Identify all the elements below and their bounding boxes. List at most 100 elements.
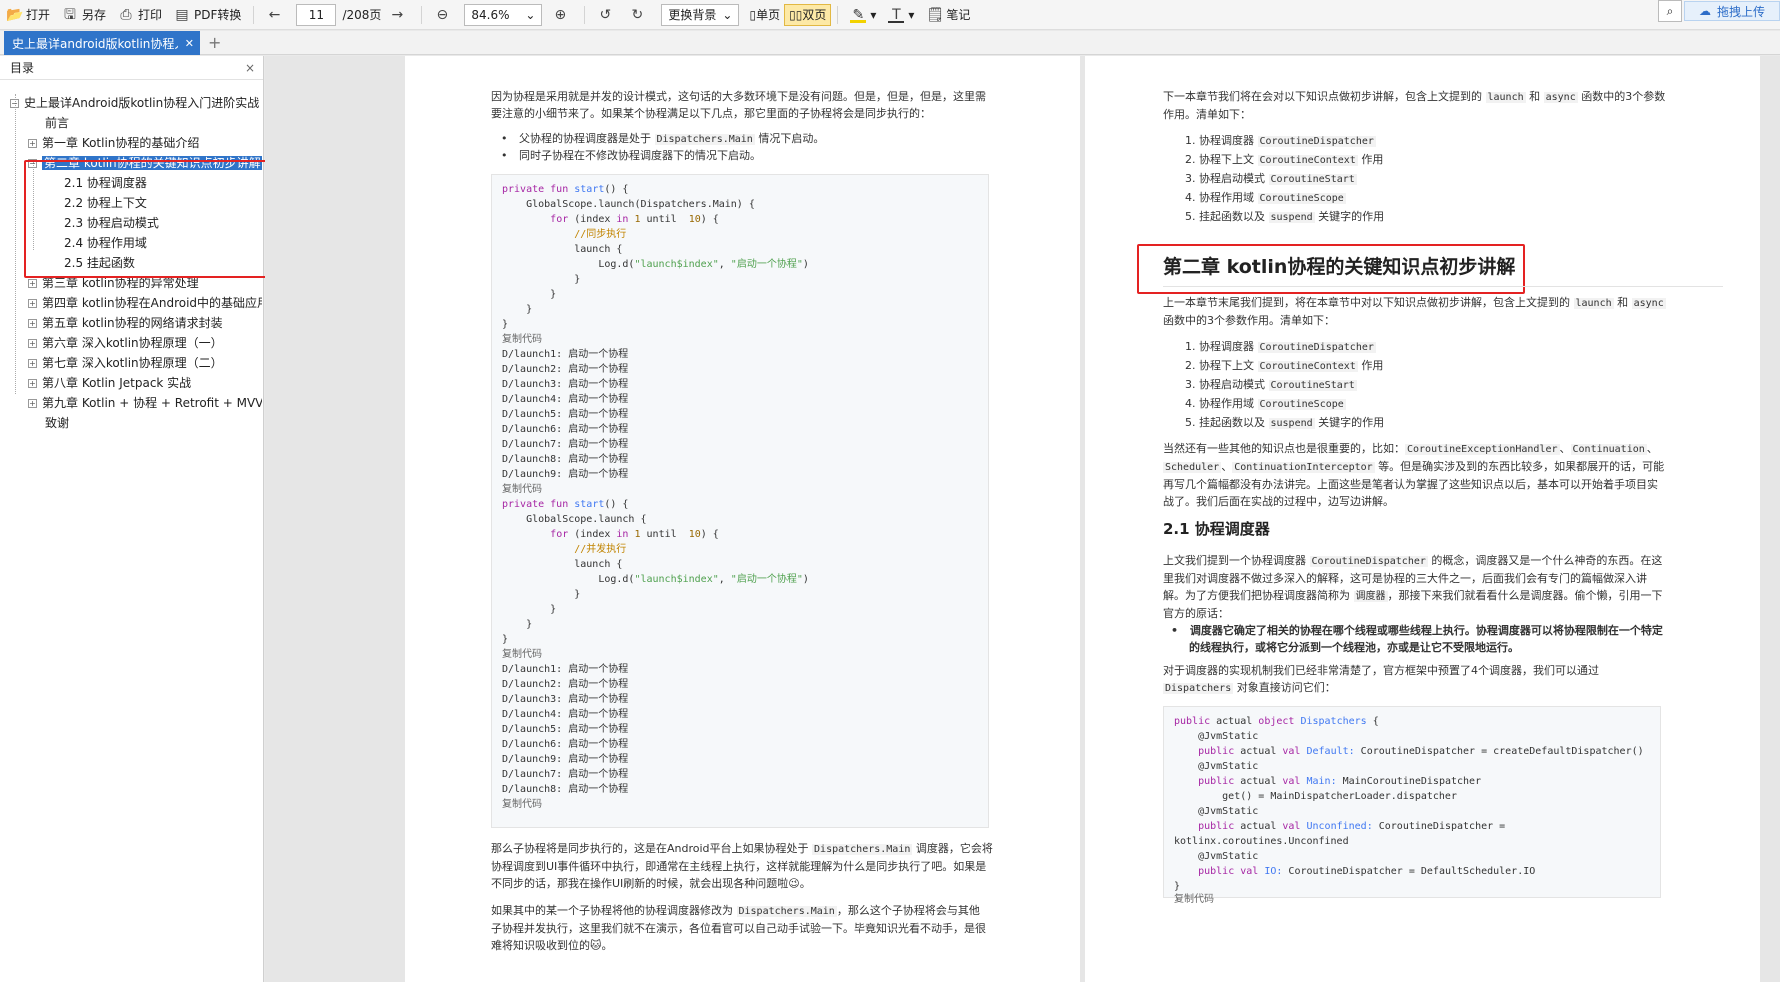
toc-item-chapter-7[interactable]: + 第七章 深入kotlin协程原理（二） xyxy=(28,354,262,372)
toc-sidebar: 目录 × − 史上最详Android版kotlin协程入门进阶实战 前言 + 第一章… xyxy=(0,56,290,982)
highlight-button[interactable]: ✎ ▾ xyxy=(844,2,882,28)
paragraph: 因为协程是采用就是并发的设计模式，这句话的大多数环境下是没有问题。但是，但是，但… xyxy=(491,90,986,120)
chevron-down-icon: ⌄ xyxy=(722,7,733,22)
chevron-down-icon: ⌄ xyxy=(525,7,536,22)
expand-icon[interactable]: + xyxy=(28,319,37,328)
next-page-button[interactable]: → xyxy=(383,2,415,28)
copy-code-link[interactable]: 复制代码 xyxy=(502,648,542,662)
zoom-in-icon: ⊕ xyxy=(554,6,567,23)
paragraph: 下一本章节我们将在会对以下知识点做初步讲解，包含上文提到的 launch 和 a… xyxy=(1163,90,1666,121)
list-item: 4. 协程作用域 CoroutineScope xyxy=(1185,397,1346,410)
printer-icon: ⎙ xyxy=(120,6,132,23)
tree-line xyxy=(15,94,16,394)
section-heading: 2.1 协程调度器 xyxy=(1163,520,1270,538)
pdf-page-left: 因为协程是采用就是并发的设计模式，这句话的大多数环境下是没有问题。但是，但是，但… xyxy=(405,56,1080,982)
toc-header: 目录 × xyxy=(0,56,263,80)
toolbar-divider xyxy=(253,5,255,24)
toolbar-divider xyxy=(584,5,586,24)
list-item: 2. 协程下上文 CoroutineContext 作用 xyxy=(1185,359,1384,372)
paragraph: 那么子协程将是同步执行的，这是在Android平台上如果协程处于 Dispatc… xyxy=(491,842,993,890)
zoom-out-button[interactable]: ⊖ xyxy=(428,2,460,28)
expand-icon[interactable]: + xyxy=(28,399,37,408)
add-tab-icon[interactable]: + xyxy=(208,33,221,52)
zoom-select[interactable]: 84.6% ⌄ xyxy=(464,3,543,26)
pdf-convert-button[interactable]: ▤ PDF转换 xyxy=(168,2,247,28)
paragraph: 对于调度器的实现机制我们已经非常清楚了，官方框架中预置了4个调度器，我们可以通过… xyxy=(1163,664,1599,694)
ordered-list: 1. 协程调度器 CoroutineDispatcher 2. 协程下上文 Co… xyxy=(1185,132,1725,227)
expand-icon[interactable]: + xyxy=(28,279,37,288)
toolbar-divider xyxy=(421,5,423,24)
expand-icon[interactable]: + xyxy=(28,299,37,308)
arrow-left-icon: ← xyxy=(268,6,281,23)
save-as-button[interactable]: 🖫 另存 xyxy=(56,2,112,28)
code-block: public actual object Dispatchers { @JvmS… xyxy=(1163,706,1661,905)
save-icon: 🖫 xyxy=(64,6,76,23)
code-block: private fun start() { GlobalScope.launch… xyxy=(491,174,989,828)
pdf-page-right: 下一本章节我们将在会对以下知识点做初步讲解，包含上文提到的 launch 和 a… xyxy=(1085,56,1760,982)
page-number-input[interactable]: 11 xyxy=(296,3,337,26)
single-page-button[interactable]: ▯ 单页 xyxy=(745,4,784,26)
cloud-icon: ☁ xyxy=(1698,4,1711,18)
tab-document[interactable]: 史上最详android版kotlin协程入 ✕ xyxy=(4,31,200,55)
prev-page-button[interactable]: ← xyxy=(260,2,292,28)
zoom-out-icon: ⊖ xyxy=(436,6,449,23)
copy-code-link[interactable]: 复制代码 xyxy=(502,333,542,347)
toc-item-chapter-6[interactable]: + 第六章 深入kotlin协程原理（一） xyxy=(28,334,262,352)
chevron-down-icon: ▾ xyxy=(870,7,877,22)
expand-icon[interactable]: + xyxy=(28,359,37,368)
highlighter-icon: ✎ xyxy=(850,7,867,23)
copy-code-link[interactable]: 复制代码 xyxy=(1174,893,1214,907)
notes-button[interactable]: 🗒 笔记 xyxy=(920,2,976,28)
toc-item-chapter-4[interactable]: + 第四章 kotlin协程在Android中的基础应用 xyxy=(28,294,262,312)
paragraph: 上一本章节末尾我们提到，将在本章节中对以下知识点做初步讲解，包含上文提到的 la… xyxy=(1163,296,1666,327)
close-icon[interactable]: ✕ xyxy=(185,37,194,50)
rotate-left-button[interactable]: ↺ xyxy=(591,2,623,28)
toc-item-chapter-8[interactable]: + 第八章 Kotlin Jetpack 实战 xyxy=(28,374,262,392)
chevron-down-icon: ▾ xyxy=(908,7,915,22)
open-button[interactable]: 📂 打开 xyxy=(0,2,56,28)
text-icon: T xyxy=(888,7,905,23)
close-icon[interactable]: × xyxy=(245,61,255,75)
bullet-item: 同时子协程在不修改协程调度器下的情况下启动。 xyxy=(501,147,1061,164)
quote-bullet: 调度器它确定了相关的协程在哪个线程或哪些线程上执行。协程调度器可以将协程限制在一… xyxy=(1171,622,1731,639)
document-view[interactable]: 因为协程是采用就是并发的设计模式，这句话的大多数环境下是没有问题。但是，但是，但… xyxy=(265,56,1780,982)
search-button[interactable]: ⌕ xyxy=(1658,0,1682,22)
zoom-in-button[interactable]: ⊕ xyxy=(546,2,578,28)
toc-item-chapter-5[interactable]: + 第五章 kotlin协程的网络请求封装 xyxy=(28,314,262,332)
pdf-icon: ▤ xyxy=(175,6,189,23)
copy-code-link[interactable]: 复制代码 xyxy=(502,798,542,812)
change-background-select[interactable]: 更换背景 ⌄ xyxy=(661,3,740,26)
toc-item-preface[interactable]: 前言 xyxy=(45,114,260,132)
copy-code-link[interactable]: 复制代码 xyxy=(502,483,542,497)
single-page-icon: ▯ xyxy=(749,7,757,22)
drag-upload-button[interactable]: ☁ 拖拽上传 xyxy=(1684,1,1780,21)
expand-icon[interactable]: + xyxy=(28,139,37,148)
list-item: 3. 协程启动模式 CoroutineStart xyxy=(1185,172,1357,185)
list-item: 3. 协程启动模式 CoroutineStart xyxy=(1185,378,1357,391)
paragraph: 上文我们提到一个协程调度器 CoroutineDispatcher 的概念，调度… xyxy=(1163,554,1663,620)
collapse-icon[interactable]: − xyxy=(10,99,19,108)
toc-item-chapter-1[interactable]: + 第一章 Kotlin协程的基础介绍 xyxy=(28,134,262,152)
text-tool-button[interactable]: T ▾ xyxy=(882,2,920,28)
folder-icon: 📂 xyxy=(6,6,24,23)
list-item: 4. 协程作用域 CoroutineScope xyxy=(1185,191,1346,204)
rotate-right-button[interactable]: ↻ xyxy=(623,2,655,28)
print-button[interactable]: ⎙ 打印 xyxy=(112,2,168,28)
toolbar-divider xyxy=(837,5,839,24)
list-item: 1. 协程调度器 CoroutineDispatcher xyxy=(1185,340,1376,353)
toc-item-thanks[interactable]: 致谢 xyxy=(45,414,260,432)
list-item: 1. 协程调度器 CoroutineDispatcher xyxy=(1185,134,1376,147)
toc-item-root[interactable]: − 史上最详Android版kotlin协程入门进阶实战 xyxy=(10,94,262,112)
notes-icon: 🗒 xyxy=(926,6,945,23)
highlight-annotation-box xyxy=(24,160,290,278)
rotate-right-icon: ↻ xyxy=(631,6,644,23)
toc-item-chapter-9[interactable]: + 第九章 Kotlin + 协程 + Retrofit + MVVM xyxy=(28,394,262,412)
paragraph: 如果其中的某一个子协程将他的协程调度器修改为 Dispatchers.Main，… xyxy=(491,904,986,952)
double-page-button[interactable]: ▯▯ 双页 xyxy=(784,3,832,26)
list-item: 5. 挂起函数以及 suspend 关键字的作用 xyxy=(1185,210,1385,223)
tab-bar: 史上最详android版kotlin协程入 ✕ + xyxy=(0,31,1780,55)
bullet-item: 父协程的协程调度器是处于 Dispatchers.Main 情况下启动。 xyxy=(501,130,1061,148)
expand-icon[interactable]: + xyxy=(28,379,37,388)
expand-icon[interactable]: + xyxy=(28,339,37,348)
search-icon: ⌕ xyxy=(1666,4,1674,18)
